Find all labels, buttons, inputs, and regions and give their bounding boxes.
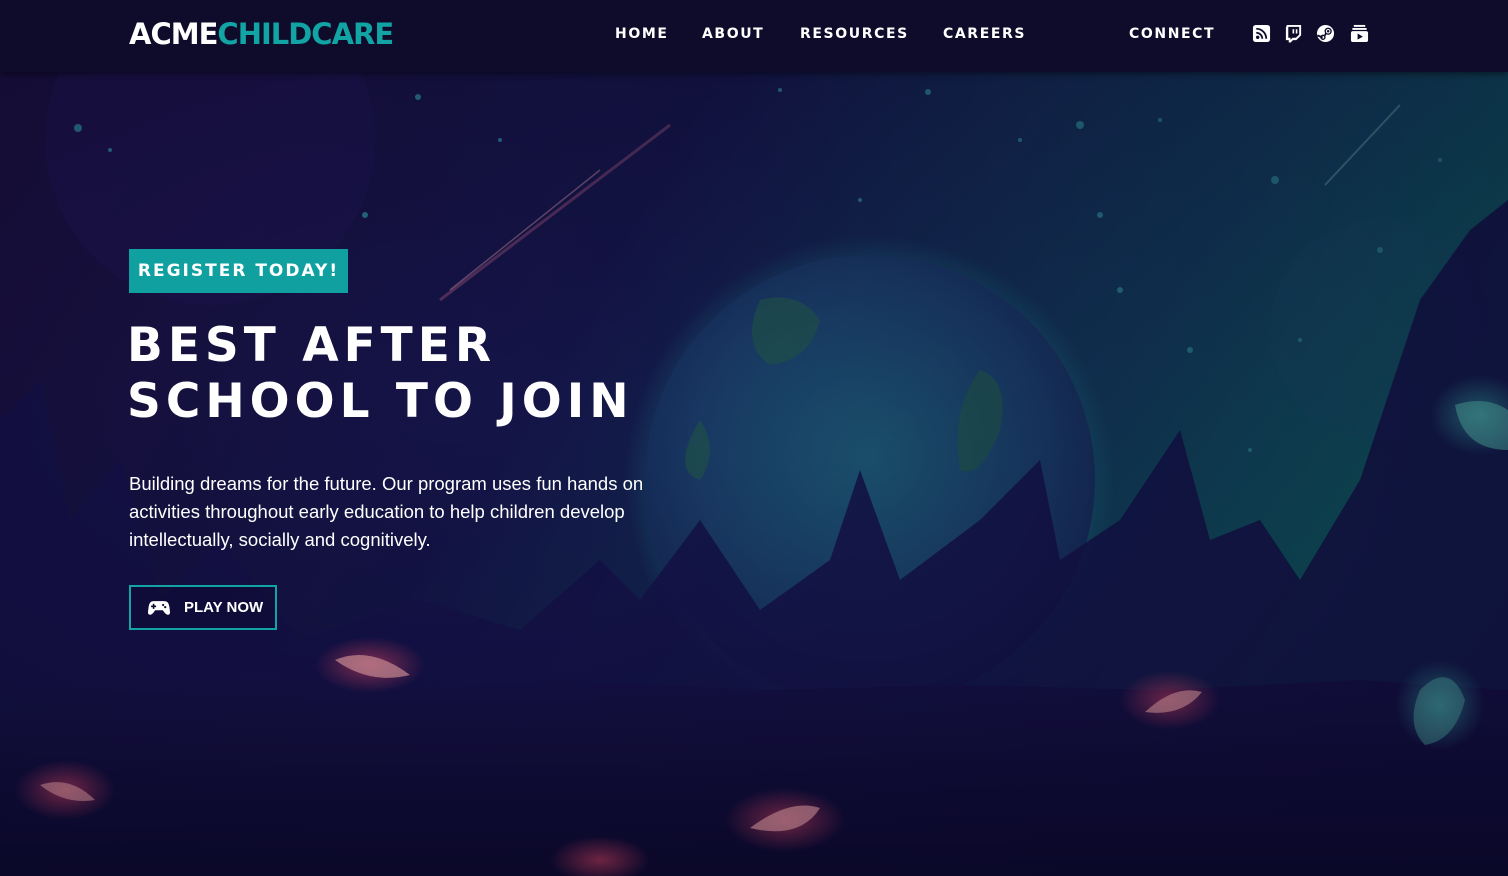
site-header: ACMECHILDCARE HOME ABOUT RESOURCES CAREE… — [0, 0, 1508, 72]
hero-title: BEST AFTER SCHOOL TO JOIN — [127, 318, 747, 430]
steam-icon[interactable] — [1316, 24, 1335, 43]
site-logo[interactable]: ACMECHILDCARE — [129, 16, 394, 52]
youtube-icon[interactable] — [1350, 24, 1369, 43]
page: ACMECHILDCARE HOME ABOUT RESOURCES CAREE… — [0, 0, 1508, 876]
nav-home[interactable]: HOME — [615, 25, 669, 43]
play-now-button[interactable]: PLAY NOW — [129, 585, 277, 630]
nav-careers[interactable]: CAREERS — [943, 25, 1026, 43]
nav-connect[interactable]: CONNECT — [1129, 25, 1215, 43]
rss-icon[interactable] — [1252, 24, 1271, 43]
hero-description: Building dreams for the future. Our prog… — [129, 473, 644, 550]
logo-part-acme: ACME — [129, 17, 218, 51]
nav-resources[interactable]: RESOURCES — [800, 25, 909, 43]
hero-background-illustration — [0, 0, 1508, 876]
twitch-icon[interactable] — [1284, 24, 1303, 43]
gamepad-icon — [148, 599, 170, 616]
register-today-button[interactable]: REGISTER TODAY! — [129, 249, 348, 293]
hero-title-line-2: SCHOOL TO JOIN — [127, 374, 634, 429]
play-now-label: PLAY NOW — [184, 599, 264, 616]
nav-about[interactable]: ABOUT — [702, 25, 764, 43]
logo-part-childcare: CHILDCARE — [217, 17, 394, 51]
hero-title-line-1: BEST AFTER — [127, 318, 497, 373]
